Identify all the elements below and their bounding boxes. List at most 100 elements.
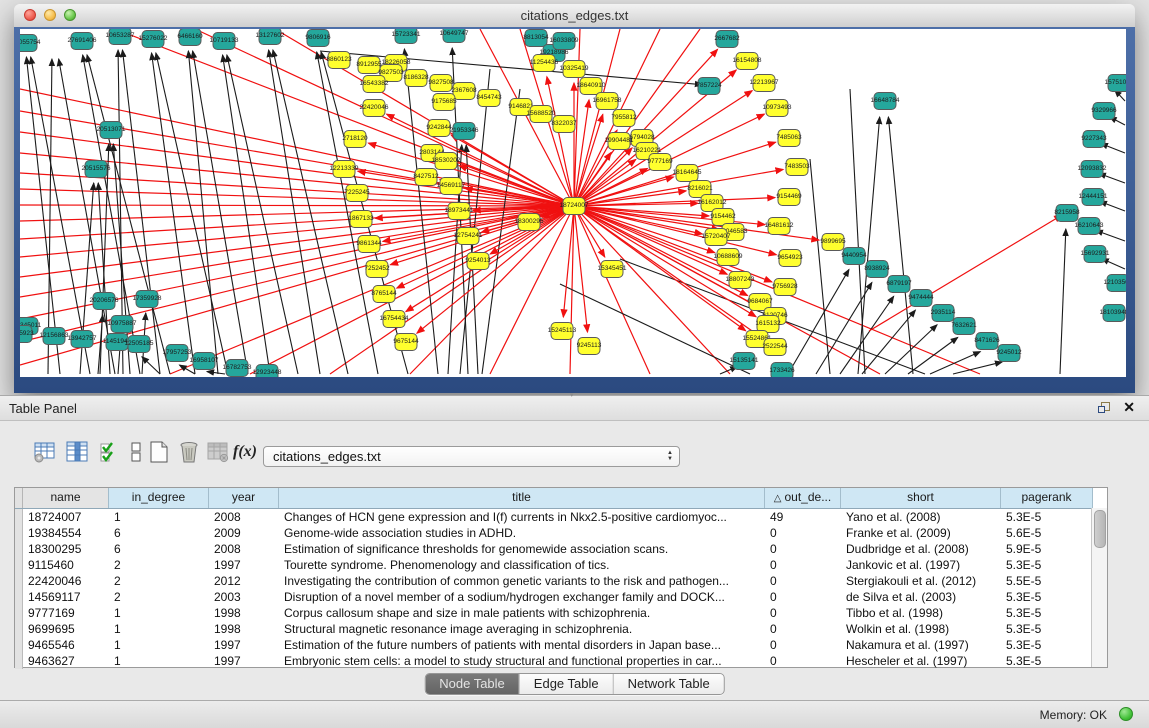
cell-title[interactable]: Estimation of significance thresholds fo… xyxy=(279,541,765,557)
graph-node[interactable]: 16481612 xyxy=(765,218,794,235)
cell-title[interactable]: Tourette syndrome. Phenomenology and cla… xyxy=(279,557,765,573)
graph-node[interactable]: 2935114 xyxy=(931,305,956,322)
graph-node[interactable]: 1733426 xyxy=(769,363,795,378)
cell-year[interactable]: 2003 xyxy=(209,589,279,605)
graph-node[interactable]: 27691406 xyxy=(68,33,97,50)
splitter-handle[interactable]: ▾ xyxy=(570,393,577,398)
citation-edge-black[interactable] xyxy=(885,325,937,374)
cell-title[interactable]: Structural magnetic resonance image aver… xyxy=(279,621,765,637)
graph-node[interactable]: 12213339 xyxy=(330,161,359,178)
cell-short[interactable]: de Silva et al. (2003) xyxy=(841,589,1001,605)
citation-edge-black[interactable] xyxy=(207,372,225,374)
graph-node[interactable]: 12505185 xyxy=(125,336,154,353)
graph-node[interactable]: 22420046 xyxy=(360,100,389,117)
network-graph[interactable]: 2405575427691406106532871527602264661601… xyxy=(20,29,1126,377)
show-columns-icon[interactable] xyxy=(65,441,89,463)
citation-edge-black[interactable] xyxy=(858,117,880,374)
column-header-pagerank[interactable]: pagerank xyxy=(1001,488,1093,508)
cell-pagerank[interactable]: 5.3E-5 xyxy=(1001,509,1093,525)
cell-name[interactable]: 9115460 xyxy=(23,557,109,573)
graph-node[interactable]: 7857224 xyxy=(696,78,722,95)
table-row[interactable]: 969969511998Structural magnetic resonanc… xyxy=(15,621,1107,637)
cell-out-de-[interactable]: 0 xyxy=(765,637,841,653)
citation-edge-red[interactable] xyxy=(195,29,574,206)
graph-node[interactable]: 15245113 xyxy=(548,323,577,340)
graph-node[interactable]: 7955812 xyxy=(611,110,637,127)
table-row[interactable]: 1456911722003Disruption of a novel membe… xyxy=(15,589,1107,605)
graph-node[interactable]: 20513071 xyxy=(97,122,126,139)
cell-title[interactable]: Disruption of a novel member of a sodium… xyxy=(279,589,765,605)
network-window-titlebar[interactable]: citations_edges.txt xyxy=(14,4,1135,28)
cell-name[interactable]: 9777169 xyxy=(23,605,109,621)
graph-node[interactable]: 1615132 xyxy=(755,316,781,333)
cell-out-de-[interactable]: 0 xyxy=(765,589,841,605)
table-scrollbar-thumb[interactable] xyxy=(1094,510,1106,548)
cell-out-de-[interactable]: 0 xyxy=(765,557,841,573)
cell-title[interactable]: Genome-wide association studies in ADHD. xyxy=(279,525,765,541)
citation-edge-red[interactable] xyxy=(20,205,574,206)
graph-node[interactable]: 8813054 xyxy=(523,30,549,47)
cell-in-degree[interactable]: 2 xyxy=(109,589,209,605)
cell-name[interactable]: 9465546 xyxy=(23,637,109,653)
new-table-icon[interactable] xyxy=(147,441,171,463)
cell-in-degree[interactable]: 2 xyxy=(109,573,209,589)
cell-name[interactable]: 18300295 xyxy=(23,541,109,557)
citation-edge-red[interactable] xyxy=(869,215,1062,331)
graph-node[interactable]: 9175685 xyxy=(431,94,457,111)
delete-table-icon[interactable] xyxy=(177,441,201,463)
graph-node[interactable]: 18530202 xyxy=(432,153,461,170)
graph-node[interactable]: 16210643 xyxy=(1075,218,1104,235)
graph-node[interactable]: 12754241 xyxy=(454,228,483,245)
graph-node[interactable]: 8215958 xyxy=(1054,205,1080,222)
citation-edge-black[interactable] xyxy=(188,51,218,374)
cell-name[interactable]: 9463627 xyxy=(23,653,109,669)
graph-node[interactable]: 9756928 xyxy=(772,279,798,296)
graph-node[interactable]: 18724007 xyxy=(560,198,589,215)
graph-node[interactable]: 9777169 xyxy=(647,154,673,171)
cell-in-degree[interactable]: 6 xyxy=(109,525,209,541)
graph-node[interactable]: 7485063 xyxy=(776,130,802,147)
citation-edge-black[interactable] xyxy=(1060,229,1066,374)
graph-node[interactable]: 12156863 xyxy=(40,328,69,345)
cell-out-de-[interactable]: 0 xyxy=(765,525,841,541)
citation-edge-black[interactable] xyxy=(482,89,520,374)
cell-out-de-[interactable]: 0 xyxy=(765,605,841,621)
graph-node[interactable]: 9227343 xyxy=(1081,131,1107,148)
table-row[interactable]: 1872400712008Changes of HCN gene express… xyxy=(15,509,1107,525)
graph-node[interactable]: 9806916 xyxy=(305,30,331,47)
network-canvas[interactable]: 2405575427691406106532871527602264661601… xyxy=(20,29,1126,377)
graph-node[interactable]: 12923448 xyxy=(253,365,282,378)
cell-year[interactable]: 2008 xyxy=(209,541,279,557)
citation-edge-black[interactable] xyxy=(460,69,490,374)
graph-node[interactable]: 8454743 xyxy=(476,90,502,107)
graph-node[interactable]: 15720407 xyxy=(702,229,731,246)
column-header-title[interactable]: title xyxy=(279,488,765,508)
graph-node[interactable]: 15751074 xyxy=(1105,75,1126,92)
graph-node[interactable]: 8765144 xyxy=(371,286,397,303)
cell-out-de-[interactable]: 0 xyxy=(765,573,841,589)
cell-pagerank[interactable]: 5.3E-5 xyxy=(1001,621,1093,637)
cell-short[interactable]: Franke et al. (2009) xyxy=(841,525,1001,541)
cell-out-de-[interactable]: 0 xyxy=(765,621,841,637)
cell-title[interactable]: Estimation of the future numbers of pati… xyxy=(279,637,765,653)
cell-year[interactable]: 1997 xyxy=(209,557,279,573)
cell-in-degree[interactable]: 2 xyxy=(109,557,209,573)
graph-node[interactable]: 6879197 xyxy=(886,276,912,293)
table-row[interactable]: 977716911998Corpus callosum shape and si… xyxy=(15,605,1107,621)
column-header-in-degree[interactable]: in_degree xyxy=(109,488,209,508)
graph-node[interactable]: 14569117 xyxy=(437,178,466,195)
graph-node[interactable]: 6466160 xyxy=(177,29,203,46)
graph-node[interactable]: 16154808 xyxy=(733,53,762,70)
graph-node[interactable]: 18640910 xyxy=(577,78,606,95)
graph-node[interactable]: 15692931 xyxy=(1081,246,1110,263)
citation-edge-black[interactable] xyxy=(908,337,958,374)
graph-node[interactable]: 10719133 xyxy=(210,33,239,50)
cell-year[interactable]: 1997 xyxy=(209,653,279,669)
graph-node[interactable]: 8860123 xyxy=(326,52,352,69)
graph-node[interactable]: 16782753 xyxy=(223,360,252,377)
graph-node[interactable]: 9827508 xyxy=(428,75,454,92)
graph-node[interactable]: 10975887 xyxy=(108,316,137,333)
cell-short[interactable]: Hescheler et al. (1997) xyxy=(841,653,1001,669)
cell-name[interactable]: 22420046 xyxy=(23,573,109,589)
table-row[interactable]: 1830029562008Estimation of significance … xyxy=(15,541,1107,557)
